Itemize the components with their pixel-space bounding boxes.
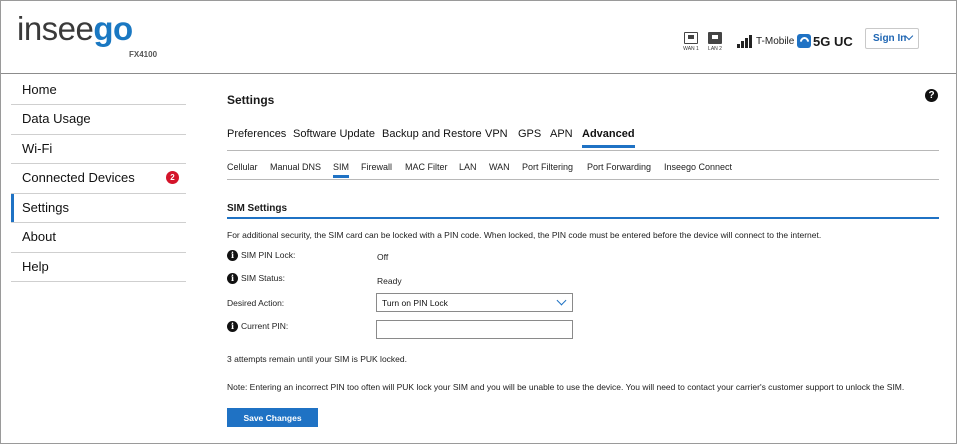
model-label: FX4100 <box>129 50 158 59</box>
sidebar-item-wifi[interactable]: Wi-Fi <box>11 135 186 164</box>
desired-action-select[interactable]: Turn on PIN Lock <box>376 293 573 312</box>
network-type-icon <box>797 34 811 48</box>
sim-pin-lock-value: Off <box>377 252 389 262</box>
tab-advanced[interactable]: Advanced <box>582 128 635 148</box>
tab-software-update[interactable]: Software Update <box>293 128 375 140</box>
save-changes-button[interactable]: Save Changes <box>227 408 318 427</box>
info-icon[interactable]: i <box>227 250 238 262</box>
settings-tabs: Preferences Software Update Backup and R… <box>227 128 939 151</box>
intro-text: For additional security, the SIM card ca… <box>227 230 822 240</box>
wan-port-status: WAN 1 <box>681 32 701 52</box>
sign-in-button[interactable]: Sign In <box>865 28 919 49</box>
chevron-down-icon <box>556 295 567 306</box>
help-icon[interactable]: ? <box>925 89 938 102</box>
tab-vpn[interactable]: VPN <box>485 128 508 140</box>
subtab-firewall[interactable]: Firewall <box>361 162 392 172</box>
attempts-remaining-text: 3 attempts remain until your SIM is PUK … <box>227 354 407 364</box>
sidebar-item-data-usage[interactable]: Data Usage <box>11 105 186 135</box>
subtab-mac-filter[interactable]: MAC Filter <box>405 162 448 172</box>
tab-preferences[interactable]: Preferences <box>227 128 286 140</box>
tab-backup-and-restore[interactable]: Backup and Restore <box>382 128 482 140</box>
current-pin-label: i Current PIN: <box>227 321 288 333</box>
sidebar-nav: Home Data Usage Wi-Fi Connected Devices … <box>11 76 186 282</box>
lan-port-status: LAN 2 <box>705 32 725 52</box>
ethernet-port-icon <box>684 32 698 44</box>
current-pin-input[interactable] <box>376 320 573 339</box>
sim-pin-lock-label: i SIM PIN Lock: <box>227 250 295 262</box>
subtab-inseego-connect[interactable]: Inseego Connect <box>664 162 732 172</box>
sidebar-item-connected-devices[interactable]: Connected Devices 2 <box>11 164 186 194</box>
subtab-sim[interactable]: SIM <box>333 162 350 178</box>
sidebar-item-home[interactable]: Home <box>11 76 186 105</box>
subtab-wan[interactable]: WAN <box>489 162 510 172</box>
device-count-badge: 2 <box>166 171 179 184</box>
subtab-manual-dns[interactable]: Manual DNS <box>270 162 321 172</box>
inseego-logo[interactable]: inseego <box>17 11 133 47</box>
header: inseego FX4100 WAN 1 LAN 2 T-Mobile 5G U… <box>1 1 956 74</box>
subtab-cellular[interactable]: Cellular <box>227 162 258 172</box>
sidebar-item-settings[interactable]: Settings <box>11 194 186 223</box>
tab-gps[interactable]: GPS <box>518 128 541 140</box>
page-title: Settings <box>227 93 275 107</box>
desired-action-value: Turn on PIN Lock <box>382 298 448 308</box>
info-icon[interactable]: i <box>227 273 238 285</box>
sidebar-item-help[interactable]: Help <box>11 253 186 282</box>
section-title: SIM Settings <box>227 203 288 214</box>
ethernet-port-icon <box>708 32 722 44</box>
network-type: 5G UC <box>813 34 853 49</box>
subtab-lan[interactable]: LAN <box>459 162 477 172</box>
subtab-port-filtering[interactable]: Port Filtering <box>522 162 573 172</box>
carrier-name: T-Mobile <box>756 36 795 47</box>
advanced-subtabs: Cellular Manual DNS SIM Firewall MAC Fil… <box>227 162 939 180</box>
section-divider <box>227 217 939 219</box>
sim-status-value: Ready <box>377 276 402 286</box>
subtab-port-forwarding[interactable]: Port Forwarding <box>587 162 651 172</box>
sidebar-item-about[interactable]: About <box>11 223 186 253</box>
puk-warning-note: Note: Entering an incorrect PIN too ofte… <box>227 382 905 392</box>
tab-apn[interactable]: APN <box>550 128 573 140</box>
info-icon[interactable]: i <box>227 321 238 333</box>
sim-status-label: i SIM Status: <box>227 273 285 285</box>
sign-in-label: Sign In <box>873 33 907 44</box>
signal-strength-icon <box>737 34 755 48</box>
desired-action-label: Desired Action: <box>227 298 285 308</box>
